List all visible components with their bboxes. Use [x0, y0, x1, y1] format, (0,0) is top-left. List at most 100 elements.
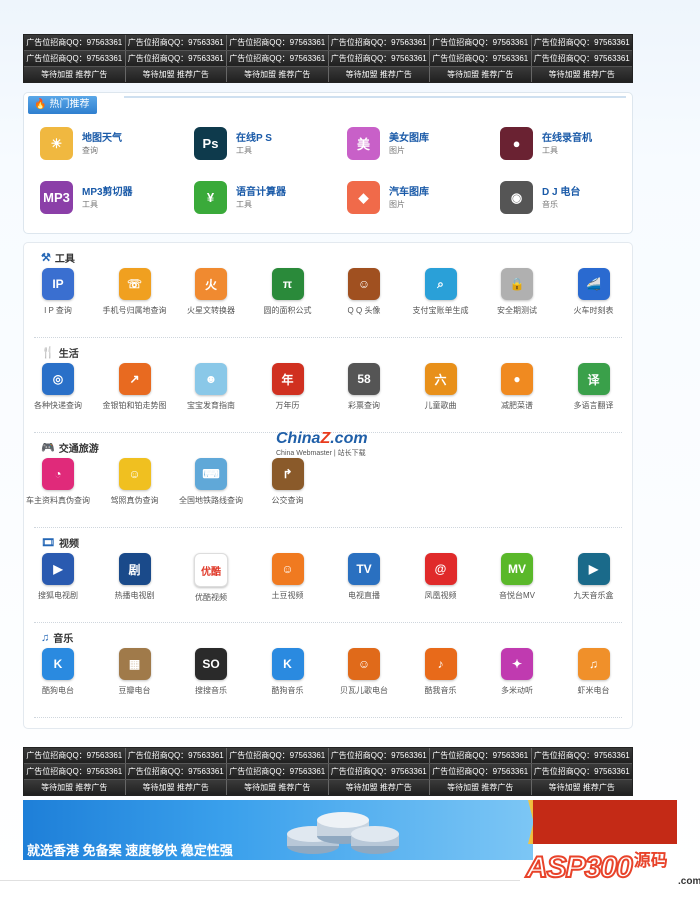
ad-link[interactable]: 广告位招商QQ：97563361 [430, 51, 532, 66]
hot-item-name[interactable]: 在线P S [236, 129, 272, 144]
ad-link[interactable]: 广告位招商QQ：97563361 [125, 764, 227, 779]
ad-link[interactable]: 广告位招商QQ：97563361 [531, 35, 632, 50]
ad-link[interactable]: 广告位招商QQ：97563361 [430, 35, 532, 50]
app-item[interactable]: ☺ Q Q 头像 [326, 268, 402, 316]
app-item[interactable]: ⌨ 全国地铁路线查询 [173, 458, 249, 506]
app-item[interactable]: 年万年历 [250, 363, 326, 411]
app-label[interactable]: 各种快递查询 [20, 400, 96, 411]
app-label[interactable]: 多语言翻译 [556, 400, 632, 411]
app-item[interactable]: ☏ 手机号归属地查询 [97, 268, 173, 316]
app-item[interactable]: ♫ 虾米电台 [556, 648, 632, 696]
app-item[interactable]: ☺ 土豆视频 [250, 553, 326, 601]
ad-link[interactable]: 等待加盟 推荐广告 [125, 780, 227, 795]
app-item[interactable]: ● 减肥菜谱 [479, 363, 555, 411]
ad-link[interactable]: 等待加盟 推荐广告 [430, 67, 532, 82]
app-label[interactable]: 酷我音乐 [403, 685, 479, 696]
ad-link[interactable]: 广告位招商QQ：97563361 [125, 748, 227, 763]
hot-item-name[interactable]: 美女图库 [389, 129, 429, 144]
app-label[interactable]: 电视直播 [326, 590, 402, 601]
app-item[interactable]: ↗ 金银铂和铂走势图 [97, 363, 173, 411]
app-item[interactable]: K 酷狗音乐 [250, 648, 326, 696]
ad-link[interactable]: 广告位招商QQ：97563361 [328, 748, 430, 763]
hot-item-name[interactable]: D J 电台 [542, 183, 580, 198]
ad-link[interactable]: 广告位招商QQ：97563361 [125, 35, 227, 50]
hot-item-name[interactable]: 在线录音机 [542, 129, 592, 144]
app-label[interactable]: 彩票查询 [326, 400, 402, 411]
ad-link[interactable]: 广告位招商QQ：97563361 [328, 764, 430, 779]
ad-link[interactable]: 等待加盟 推荐广告 [430, 780, 532, 795]
app-item[interactable]: TV 电视直播 [326, 553, 402, 601]
app-label[interactable]: 优酷视频 [173, 592, 249, 603]
ad-link[interactable]: 等待加盟 推荐广告 [125, 67, 227, 82]
app-label[interactable]: 火车时刻表 [556, 305, 632, 316]
hot-item[interactable]: ¥ 语音计算器 工具 [194, 181, 286, 214]
app-label[interactable]: 手机号归属地查询 [97, 305, 173, 316]
ad-link[interactable]: 广告位招商QQ：97563361 [531, 51, 632, 66]
app-label[interactable]: 万年历 [250, 400, 326, 411]
app-label[interactable]: 豆瓣电台 [97, 685, 173, 696]
app-item[interactable]: @ 凤凰视频 [403, 553, 479, 601]
ad-link[interactable]: 广告位招商QQ：97563361 [227, 748, 329, 763]
ad-link[interactable]: 广告位招商QQ：97563361 [430, 748, 532, 763]
app-item[interactable]: ▶ 搜狐电视剧 [20, 553, 96, 601]
app-label[interactable]: 贝瓦儿歌电台 [326, 685, 402, 696]
ad-link[interactable]: 等待加盟 推荐广告 [328, 780, 430, 795]
app-item[interactable]: ◎ 各种快递查询 [20, 363, 96, 411]
hot-item[interactable]: ☀ 地图天气 查询 [40, 127, 122, 160]
app-label[interactable]: 土豆视频 [250, 590, 326, 601]
app-label[interactable]: 音悦台MV [479, 590, 555, 601]
app-item[interactable]: ☻ 宝宝发育指南 [173, 363, 249, 411]
hot-item-name[interactable]: MP3剪切器 [82, 183, 133, 198]
app-label[interactable]: 支付宝账单生成 [403, 305, 479, 316]
ad-link[interactable]: 广告位招商QQ：97563361 [24, 35, 126, 50]
app-item[interactable]: 🚄 火车时刻表 [556, 268, 632, 316]
app-label[interactable]: 全国地铁路线查询 [173, 495, 249, 506]
app-label[interactable]: 儿童歌曲 [403, 400, 479, 411]
app-item[interactable]: ☺ 贝瓦儿歌电台 [326, 648, 402, 696]
app-item[interactable]: 六儿童歌曲 [403, 363, 479, 411]
app-label[interactable]: 凤凰视频 [403, 590, 479, 601]
app-item[interactable]: 58 彩票查询 [326, 363, 402, 411]
app-item[interactable]: ♪ 酷我音乐 [403, 648, 479, 696]
app-label[interactable]: 驾照真伪查询 [97, 495, 173, 506]
app-label[interactable]: 金银铂和铂走势图 [97, 400, 173, 411]
app-label[interactable]: 搜狐电视剧 [20, 590, 96, 601]
app-label[interactable]: 虾米电台 [556, 685, 632, 696]
app-label[interactable]: 酷狗电台 [20, 685, 96, 696]
app-label[interactable]: 火星文转换器 [173, 305, 249, 316]
app-item[interactable]: 火火星文转换器 [173, 268, 249, 316]
app-label[interactable]: 公交查询 [250, 495, 326, 506]
app-item[interactable]: ✦ 多米动听 [479, 648, 555, 696]
app-label[interactable]: Q Q 头像 [326, 305, 402, 316]
hot-item[interactable]: ● 在线录音机 工具 [500, 127, 592, 160]
hot-item[interactable]: ◉ D J 电台 音乐 [500, 181, 580, 214]
hot-item[interactable]: 美美女图库 图片 [347, 127, 429, 160]
app-item[interactable]: 译多语言翻译 [556, 363, 632, 411]
hosting-banner[interactable]: 就选香港 免备案 速度够快 稳定性强 [23, 800, 533, 860]
app-label[interactable]: 圆的面积公式 [250, 305, 326, 316]
hot-item[interactable]: MP3 MP3剪切器 工具 [40, 181, 133, 214]
ad-link[interactable]: 等待加盟 推荐广告 [531, 67, 632, 82]
ad-link[interactable]: 广告位招商QQ：97563361 [531, 748, 632, 763]
ad-link[interactable]: 广告位招商QQ：97563361 [227, 764, 329, 779]
app-item[interactable]: 🔒 安全期测试 [479, 268, 555, 316]
app-item[interactable]: ⌕ 支付宝账单生成 [403, 268, 479, 316]
app-item[interactable]: π 圆的面积公式 [250, 268, 326, 316]
app-item[interactable]: MV 音悦台MV [479, 553, 555, 601]
app-label[interactable]: 多米动听 [479, 685, 555, 696]
ad-link[interactable]: 广告位招商QQ：97563361 [24, 51, 126, 66]
hot-item-name[interactable]: 地图天气 [82, 129, 122, 144]
hot-item-name[interactable]: 汽车图库 [389, 183, 429, 198]
hot-item-name[interactable]: 语音计算器 [236, 183, 286, 198]
ad-link[interactable]: 等待加盟 推荐广告 [24, 780, 126, 795]
app-item[interactable]: K 酷狗电台 [20, 648, 96, 696]
ad-link[interactable]: 广告位招商QQ：97563361 [125, 51, 227, 66]
app-item[interactable]: ▶ 九天音乐盒 [556, 553, 632, 601]
ad-link[interactable]: 广告位招商QQ：97563361 [430, 764, 532, 779]
app-item[interactable]: ☺ 驾照真伪查询 [97, 458, 173, 506]
app-label[interactable]: 减肥菜谱 [479, 400, 555, 411]
app-label[interactable]: I P 查询 [20, 305, 96, 316]
app-item[interactable]: IP I P 查询 [20, 268, 96, 316]
app-label[interactable]: 搜搜音乐 [173, 685, 249, 696]
ad-link[interactable]: 等待加盟 推荐广告 [227, 780, 329, 795]
